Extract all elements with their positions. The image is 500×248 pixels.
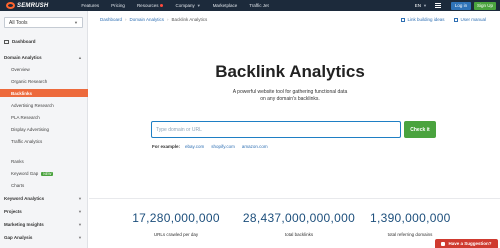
sidebar-domain-analytics[interactable]: Domain Analytics ▲ <box>0 55 88 60</box>
domain-search-input[interactable] <box>151 121 401 138</box>
stat-value: 28,437,000,000,000 <box>242 211 356 225</box>
language-select[interactable]: EN ▼ <box>415 3 427 8</box>
section-divider <box>89 198 500 199</box>
example-link-ebay[interactable]: ebay.com <box>185 144 204 149</box>
notification-dot-icon <box>160 4 164 7</box>
breadcrumb-separator-icon: › <box>125 17 127 22</box>
sidebar-dashboard[interactable]: Dashboard <box>0 39 88 44</box>
all-tools-select[interactable]: All Tools ▼ <box>4 17 83 28</box>
signup-button[interactable]: Sign Up <box>474 1 496 10</box>
sidebar-gap-analysis[interactable]: Gap Analysis ▼ <box>0 235 88 240</box>
chevron-down-icon: ▼ <box>78 235 82 240</box>
check-it-button[interactable]: Check it <box>404 121 436 138</box>
nav-features[interactable]: Features <box>81 3 99 8</box>
lightbulb-icon <box>401 17 406 22</box>
main-nav: Features Pricing Resources Company ▼ Mark… <box>81 3 280 8</box>
chevron-down-icon: ▼ <box>74 20 78 25</box>
nav-pricing[interactable]: Pricing <box>111 3 125 8</box>
stat-label: total referring domains <box>387 232 433 237</box>
sidebar-keyword-analytics[interactable]: Keyword Analytics ▼ <box>0 196 88 201</box>
stat-total-backlinks: 28,437,000,000,000 total backlinks <box>238 211 360 237</box>
chevron-up-icon: ▲ <box>78 55 82 60</box>
top-links: Link building ideas User manual <box>391 17 486 22</box>
sidebar-marketing-insights[interactable]: Marketing Insights ▼ <box>0 222 88 227</box>
sidebar-item-organic-research[interactable]: Organic Research <box>0 79 88 84</box>
breadcrumb: Dashboard › Domain Analytics › Backlink … <box>100 17 207 22</box>
breadcrumb-domain-analytics[interactable]: Domain Analytics <box>130 17 165 22</box>
book-icon <box>454 17 459 22</box>
stat-urls-crawled: 17,280,000,000 URLs crawled per day <box>131 211 221 237</box>
sidebar-item-display-advertising[interactable]: Display Advertising <box>0 127 88 132</box>
home-icon <box>4 39 9 44</box>
suggestion-button[interactable]: Have a Suggestion? <box>435 239 498 248</box>
semrush-logo[interactable]: SEMRUSH <box>6 2 48 9</box>
logo-mark-icon <box>6 2 15 9</box>
nav-resources[interactable]: Resources <box>137 3 164 8</box>
new-badge: NEW <box>41 171 54 176</box>
logo-text: SEMRUSH <box>17 2 49 9</box>
sidebar-item-ranks[interactable]: Ranks <box>0 159 88 164</box>
page-subtitle: A powerful website tool for gathering fu… <box>232 89 348 102</box>
sidebar: All Tools ▼ Dashboard Domain Analytics ▲ O… <box>0 11 88 248</box>
example-link-shopify[interactable]: shopify.com <box>211 144 235 149</box>
stat-referring-domains: 1,390,000,000 total referring domains <box>370 211 450 237</box>
user-manual-link[interactable]: User manual <box>454 17 486 22</box>
sidebar-item-keyword-gap[interactable]: Keyword Gap NEW <box>0 171 88 176</box>
sidebar-item-overview[interactable]: Overview <box>0 67 88 72</box>
sidebar-item-pla-research[interactable]: PLA Research <box>0 115 88 120</box>
stat-label: URLs crawled per day <box>153 232 199 237</box>
chevron-down-icon: ▼ <box>78 222 82 227</box>
chevron-down-icon: ▼ <box>78 209 82 214</box>
sidebar-projects[interactable]: Projects ▼ <box>0 209 88 214</box>
sidebar-item-charts[interactable]: Charts <box>0 183 88 188</box>
feedback-icon <box>441 241 446 246</box>
stat-label: total backlinks <box>284 232 314 237</box>
nav-marketplace[interactable]: Marketplace <box>213 3 238 8</box>
top-navbar: SEMRUSH Features Pricing Resources Compa… <box>0 0 500 11</box>
stat-value: 1,390,000,000 <box>370 211 451 225</box>
examples: For example: ebay.com shopify.com amazon… <box>152 144 275 149</box>
nav-company[interactable]: Company ▼ <box>175 3 200 8</box>
link-building-ideas-link[interactable]: Link building ideas <box>401 17 444 22</box>
breadcrumb-dashboard[interactable]: Dashboard <box>100 17 122 22</box>
sidebar-item-backlinks[interactable]: Backlinks <box>0 89 88 97</box>
chevron-down-icon: ▼ <box>196 3 201 8</box>
breadcrumb-current: Backlink Analytics <box>171 17 208 22</box>
examples-label: For example: <box>152 144 181 149</box>
sidebar-item-advertising-research[interactable]: Advertising Research <box>0 103 88 108</box>
sidebar-item-traffic-analytics[interactable]: Traffic Analytics <box>0 139 88 144</box>
chevron-down-icon: ▼ <box>423 3 427 8</box>
page-title: Backlink Analytics <box>215 62 365 81</box>
breadcrumb-separator-icon: › <box>167 17 169 22</box>
hamburger-menu-icon[interactable] <box>435 3 441 8</box>
nav-traffic-jet[interactable]: Traffic Jet <box>249 3 269 8</box>
chevron-down-icon: ▼ <box>78 196 82 201</box>
example-link-amazon[interactable]: amazon.com <box>242 144 268 149</box>
stat-value: 17,280,000,000 <box>132 211 220 225</box>
login-button[interactable]: Log in <box>451 1 471 10</box>
